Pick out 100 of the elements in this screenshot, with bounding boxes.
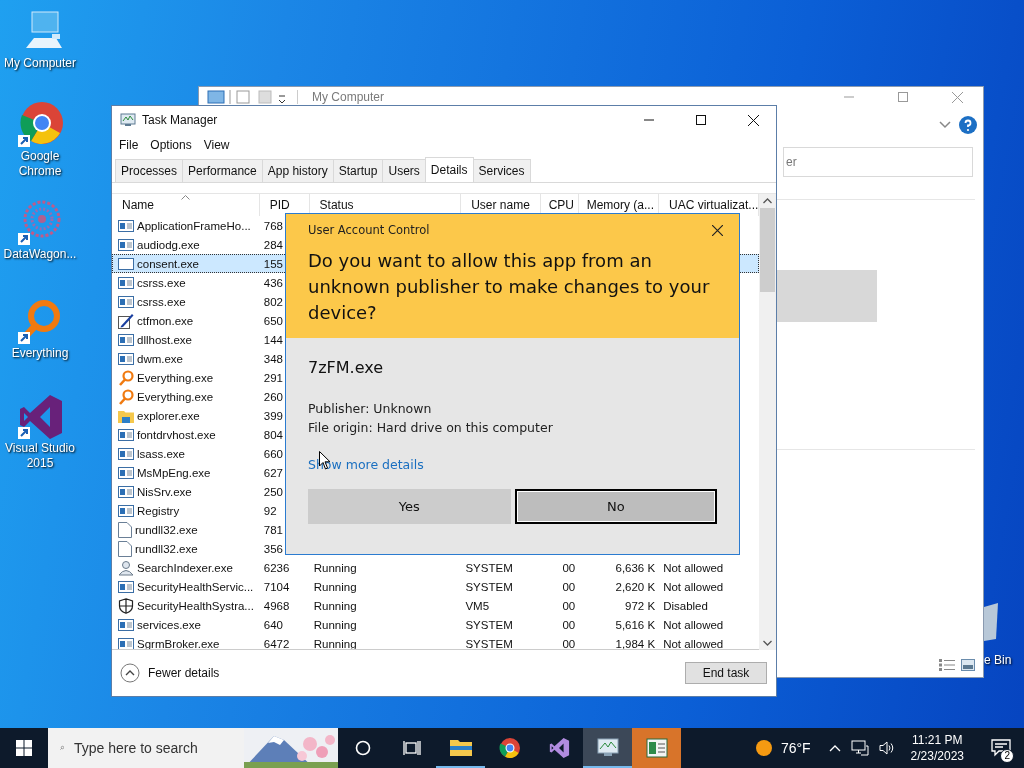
visual-studio-icon [547, 737, 570, 759]
sun-icon[interactable] [754, 739, 773, 757]
tab[interactable]: Performance [182, 159, 263, 182]
search-field[interactable]: er [783, 147, 973, 177]
process-name: dwm.exe [137, 352, 184, 365]
process-name: Everything.exe [137, 371, 214, 384]
table-cell: 356 [263, 542, 283, 555]
table-cell: SYSTEM [465, 618, 513, 631]
table-cell: 1,984 K [615, 637, 656, 649]
process-name: Everything.exe [137, 390, 214, 403]
table-cell: SYSTEM [465, 580, 513, 593]
process-name: explorer.exe [137, 409, 200, 422]
tab[interactable]: Services [472, 159, 531, 182]
table-cell: 284 [263, 238, 283, 251]
folder-icon [118, 408, 134, 423]
details-view-icon[interactable] [939, 659, 955, 671]
table-cell: 399 [263, 409, 283, 422]
pen-icon [118, 312, 134, 329]
thumbnail-view-icon[interactable] [961, 659, 975, 671]
table-cell: 768 [263, 219, 283, 232]
quick-access-icon[interactable] [207, 89, 287, 105]
search-field[interactable]: Type here to search [74, 740, 234, 756]
process-name: services.exe [137, 618, 201, 631]
table-cell: 640 [263, 618, 283, 631]
scroll-up-icon[interactable] [763, 198, 772, 204]
table-cell: 6,636 K [615, 561, 656, 574]
sort-caret-icon [181, 195, 191, 200]
table-cell: 804 [263, 428, 283, 441]
process-name: audiodg.exe [137, 238, 200, 251]
table-cell: Running [313, 580, 357, 593]
table-cell: Not allowed [663, 580, 724, 593]
person-icon [118, 559, 134, 576]
fewer-details-link[interactable]: Fewer details [148, 666, 220, 680]
column-header[interactable]: Name [112, 194, 260, 216]
process-name: SearchIndexer.exe [137, 561, 233, 574]
app-window-icon [118, 275, 134, 290]
process-name: ApplicationFrameHo... [137, 219, 251, 232]
dialog-button[interactable]: Yes [308, 489, 511, 524]
desktop-icon-label[interactable]: e Bin [984, 653, 1012, 668]
table-cell: 972 K [625, 599, 656, 612]
volume-icon[interactable] [878, 740, 895, 756]
table-cell: Not allowed [663, 561, 724, 574]
monitor-icon [596, 737, 619, 757]
close-icon[interactable] [712, 224, 723, 236]
scrollbar-thumb[interactable] [760, 208, 775, 292]
table-cell: 6472 [263, 637, 290, 649]
collapse-icon[interactable] [120, 663, 140, 683]
process-name: SecurityHealthServic... [137, 580, 254, 593]
weather-temperature[interactable]: 76°F [780, 740, 811, 756]
process-name: SecurityHealthSystra... [137, 599, 254, 612]
chrome-icon[interactable] [16, 101, 64, 149]
end-task-button[interactable]: End task [685, 662, 767, 684]
scrollbar[interactable] [759, 194, 776, 650]
scroll-down-icon[interactable] [763, 640, 772, 646]
infinity-icon[interactable] [16, 393, 64, 441]
window-title: Task Manager [142, 113, 218, 127]
clock-time[interactable]: 11:21 PM [912, 732, 963, 748]
menu-item[interactable]: File [119, 138, 139, 152]
window-icon [118, 256, 134, 271]
notifications-icon[interactable] [991, 739, 1011, 757]
chevron-up-icon[interactable] [828, 744, 841, 752]
table-cell: 291 [263, 371, 283, 384]
circle-icon [354, 740, 371, 756]
table-cell: Running [313, 561, 357, 574]
tab[interactable]: Startup [332, 159, 384, 182]
sheet-icon [645, 738, 668, 758]
table-cell: 144 [263, 333, 283, 346]
tab[interactable]: Users [382, 159, 426, 182]
table-cell: Disabled [663, 599, 708, 612]
dialog-question: Do you want to allow this app from an unknown publisher to make changes to your device? [308, 249, 711, 325]
network-icon[interactable] [850, 740, 869, 756]
table-cell: 802 [263, 295, 283, 308]
process-name: rundll32.exe [135, 542, 198, 555]
taskbar-app-button[interactable] [583, 728, 632, 768]
windows-logo-icon [16, 740, 32, 756]
tab[interactable]: App history [261, 159, 334, 182]
tab[interactable]: Processes [115, 159, 184, 182]
app-window-icon [118, 351, 134, 366]
table-cell: Not allowed [663, 637, 724, 649]
app-window-icon [118, 617, 134, 632]
chevron-icon[interactable] [939, 121, 951, 129]
app-window-icon [118, 579, 134, 594]
app-window-icon [118, 465, 134, 480]
dialog-button[interactable]: No [514, 489, 717, 524]
magnifier-icon [118, 369, 134, 386]
folder-icon [449, 738, 472, 756]
table-cell: 00 [562, 618, 576, 631]
menu-item[interactable]: View [203, 138, 230, 152]
table-cell: 00 [562, 561, 576, 574]
menu-item[interactable]: Options [150, 138, 192, 152]
maximize-icon [696, 115, 706, 125]
notification-count: 2 [1000, 749, 1014, 763]
app-window-icon [118, 294, 134, 309]
table-cell: Running [313, 599, 357, 612]
maximize-icon[interactable] [898, 92, 908, 102]
clock-date[interactable]: 2/23/2023 [910, 748, 964, 764]
help-icon[interactable] [959, 116, 977, 134]
table-cell: 650 [263, 314, 283, 327]
chrome-icon [498, 737, 521, 759]
app-window-icon [118, 218, 134, 233]
